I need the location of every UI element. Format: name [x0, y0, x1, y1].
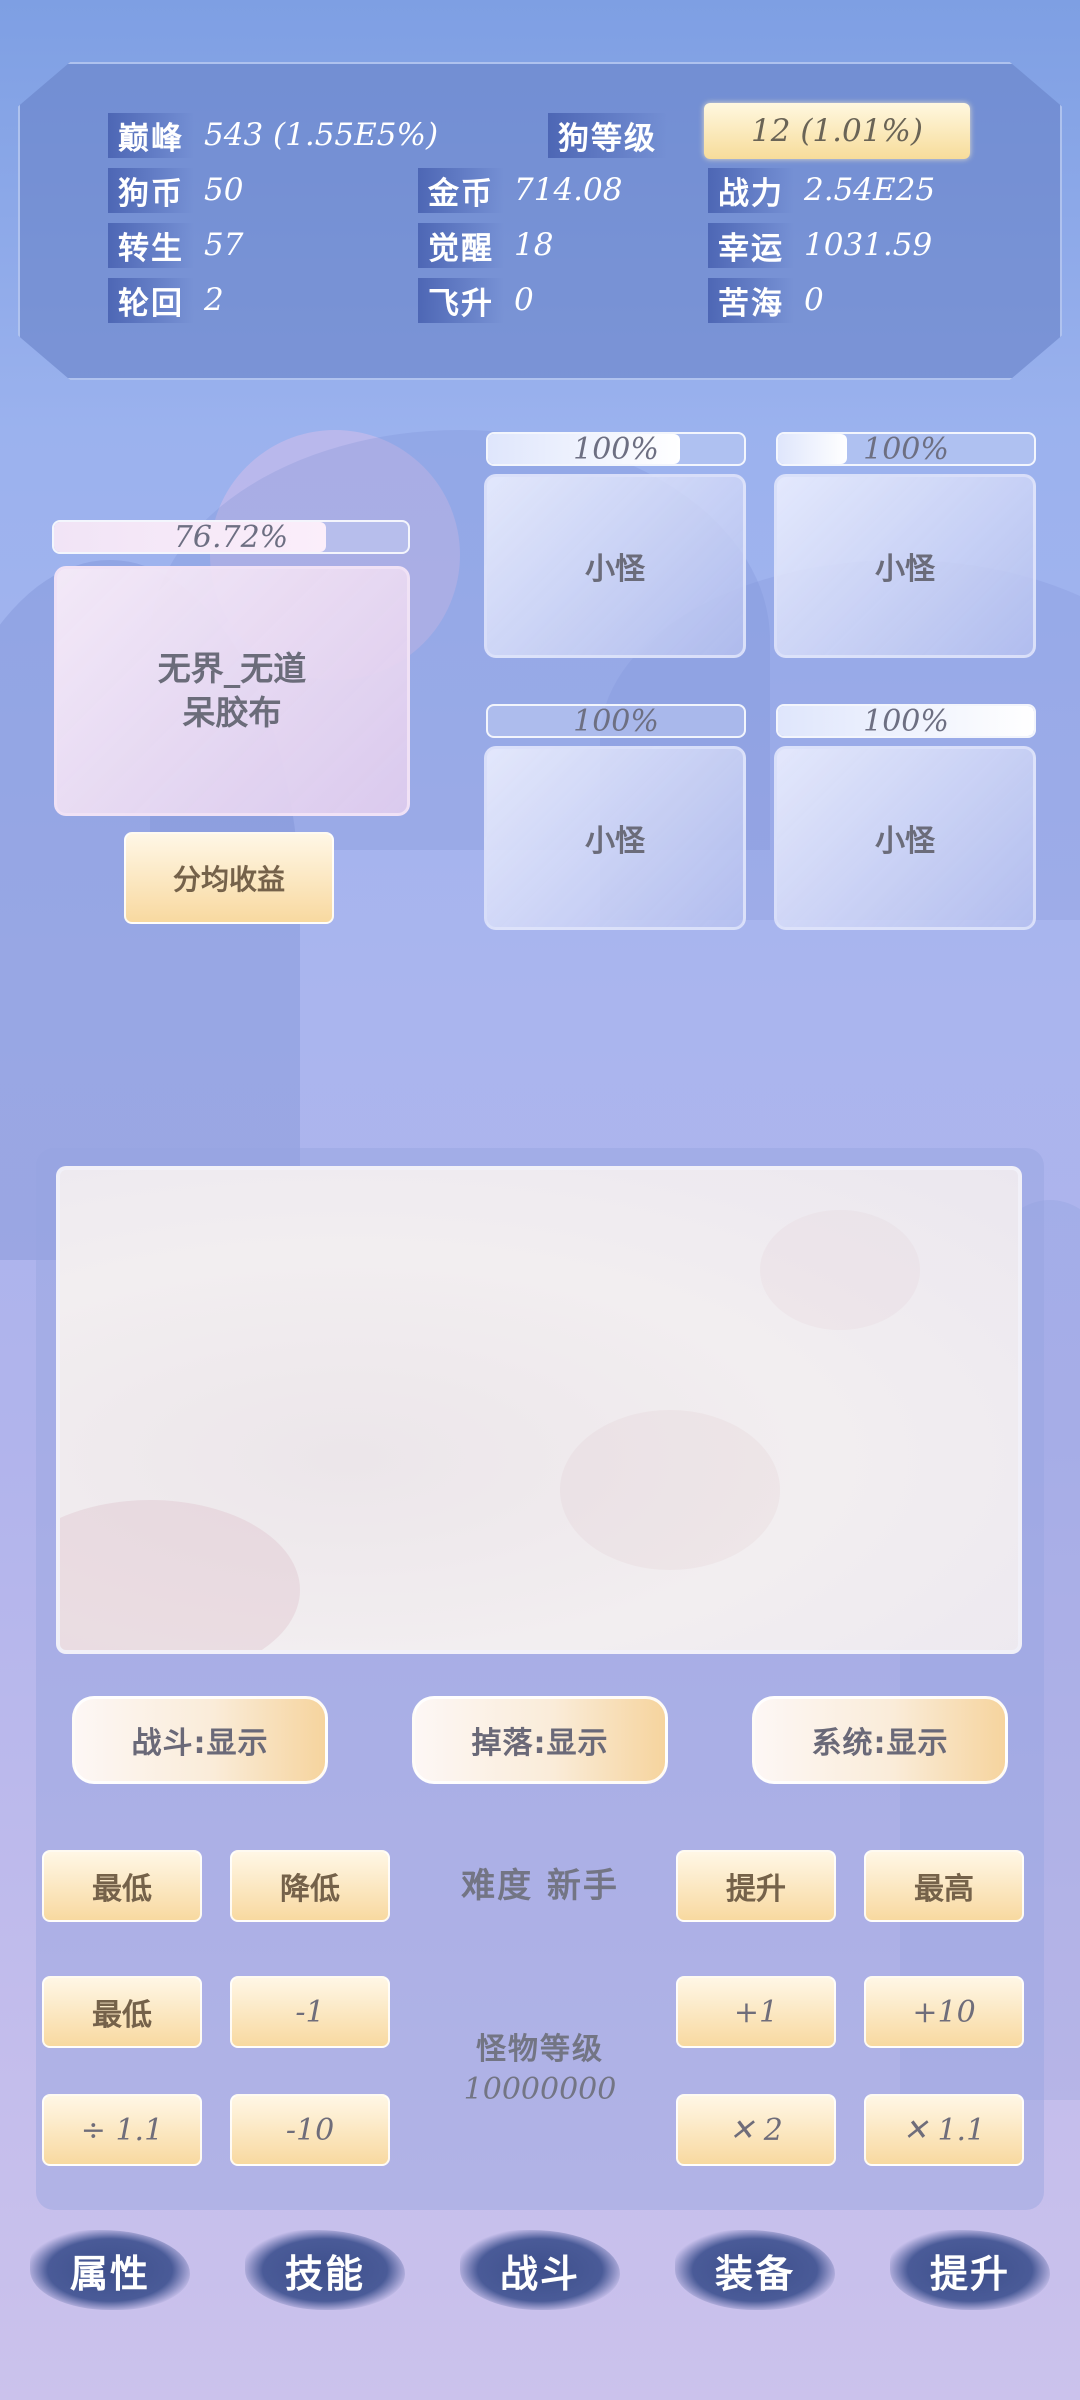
nav-label: 技能: [284, 2251, 365, 2296]
mob-card[interactable]: 小怪: [484, 746, 746, 930]
nav-battle[interactable]: 战斗: [460, 2220, 620, 2320]
battle-log-toggle[interactable]: 战斗:显示: [72, 1696, 328, 1784]
monster-level-minus10-button[interactable]: -10: [230, 2094, 390, 2166]
mob-card[interactable]: 小怪: [484, 474, 746, 658]
mob-hp-bar: 100%: [776, 432, 1036, 466]
stat-label: 幸运: [708, 222, 794, 268]
mob-hp-bar: 100%: [776, 704, 1036, 738]
stat-value: 2.54E25: [804, 172, 936, 208]
monster-level-plus1-button[interactable]: +1: [676, 1976, 836, 2048]
stat-label: 转生: [108, 222, 194, 268]
monster-level-lowest-button[interactable]: 最低: [42, 1976, 202, 2048]
nav-label: 装备: [714, 2251, 795, 2296]
difficulty-highest-button[interactable]: 最高: [864, 1850, 1024, 1922]
stat-value: 50: [204, 172, 244, 208]
stat-label: 巅峰: [108, 112, 194, 158]
nav-label: 提升: [929, 2251, 1010, 2296]
stat-label: 轮回: [108, 277, 194, 323]
monster-level-times11-button[interactable]: ✕ 1.1: [864, 2094, 1024, 2166]
stat-peak: 巅峰 543 (1.55E5%): [108, 112, 439, 158]
stat-label: 苦海: [708, 277, 794, 323]
difficulty-label: 难度 新手: [461, 1866, 619, 1906]
drop-log-toggle[interactable]: 掉落:显示: [412, 1696, 668, 1784]
stat-cycle: 轮回 2: [108, 277, 224, 323]
boss-card[interactable]: 无界_无道 呆胶布: [54, 566, 410, 816]
stat-rebirth: 转生 57: [108, 222, 244, 268]
nav-upgrade[interactable]: 提升: [890, 2220, 1050, 2320]
stat-label: 飞升: [418, 277, 504, 323]
monster-level-label: 怪物等级: [476, 2032, 604, 2067]
stat-dog-level: 狗等级: [548, 112, 677, 158]
monster-level-plus10-button[interactable]: +10: [864, 1976, 1024, 2048]
difficulty-lower-button[interactable]: 降低: [230, 1850, 390, 1922]
stat-label: 金币: [418, 167, 504, 213]
paper-stain: [60, 1500, 300, 1650]
mob-hp-text: 100%: [863, 432, 949, 466]
stat-luck: 幸运 1031.59: [708, 222, 933, 268]
monster-level-value: 10000000: [463, 2072, 617, 2107]
stat-label: 觉醒: [418, 222, 504, 268]
system-log-toggle[interactable]: 系统:显示: [752, 1696, 1008, 1784]
difficulty-raise-button[interactable]: 提升: [676, 1850, 836, 1922]
stat-value: 0: [514, 282, 534, 318]
stat-value: 57: [204, 227, 244, 263]
nav-equipment[interactable]: 装备: [675, 2220, 835, 2320]
difficulty-lowest-button[interactable]: 最低: [42, 1850, 202, 1922]
boss-name-line2: 呆胶布: [182, 693, 282, 732]
boss-hp-text: 76.72%: [173, 520, 289, 554]
mob-hp-text: 100%: [863, 704, 949, 738]
monster-level-times2-button[interactable]: ✕ 2: [676, 2094, 836, 2166]
stat-value: 2: [204, 282, 224, 318]
stat-power: 战力 2.54E25: [708, 167, 936, 213]
boss-name: 无界_无道 呆胶布: [158, 647, 307, 735]
monster-level-minus1-button[interactable]: -1: [230, 1976, 390, 2048]
stat-sea: 苦海 0: [708, 277, 824, 323]
nav-label: 属性: [69, 2251, 150, 2296]
mob-hp-bar: 100%: [486, 704, 746, 738]
stat-value: 0: [804, 282, 824, 318]
nav-skills[interactable]: 技能: [245, 2220, 405, 2320]
stat-value: 18: [514, 227, 554, 263]
boss-hp-bar: 76.72%: [52, 520, 410, 554]
mob-card[interactable]: 小怪: [774, 746, 1036, 930]
stat-label: 战力: [708, 167, 794, 213]
dog-level-value-box: 12 (1.01%): [704, 103, 970, 159]
share-earnings-button[interactable]: 分均收益: [124, 832, 334, 924]
nav-attributes[interactable]: 属性: [30, 2220, 190, 2320]
stat-dog-coin: 狗币 50: [108, 167, 244, 213]
stat-value: 543 (1.55E5%): [204, 117, 439, 153]
stat-awaken: 觉醒 18: [418, 222, 554, 268]
nav-label: 战斗: [499, 2251, 580, 2296]
stat-label: 狗等级: [548, 112, 667, 158]
stat-ascend: 飞升 0: [418, 277, 534, 323]
stat-label: 狗币: [108, 167, 194, 213]
paper-stain: [760, 1210, 920, 1330]
mob-hp-text: 100%: [573, 432, 659, 466]
stat-gold: 金币 714.08: [418, 167, 623, 213]
mob-hp-bar: 100%: [486, 432, 746, 466]
paper-stain: [560, 1410, 780, 1570]
stat-value: 714.08: [514, 172, 623, 208]
boss-name-line1: 无界_无道: [157, 649, 307, 688]
battle-log-area[interactable]: [56, 1166, 1022, 1654]
monster-level-divide-button[interactable]: ÷ 1.1: [42, 2094, 202, 2166]
mob-hp-text: 100%: [573, 704, 659, 738]
stat-value: 1031.59: [804, 227, 933, 263]
mob-card[interactable]: 小怪: [774, 474, 1036, 658]
